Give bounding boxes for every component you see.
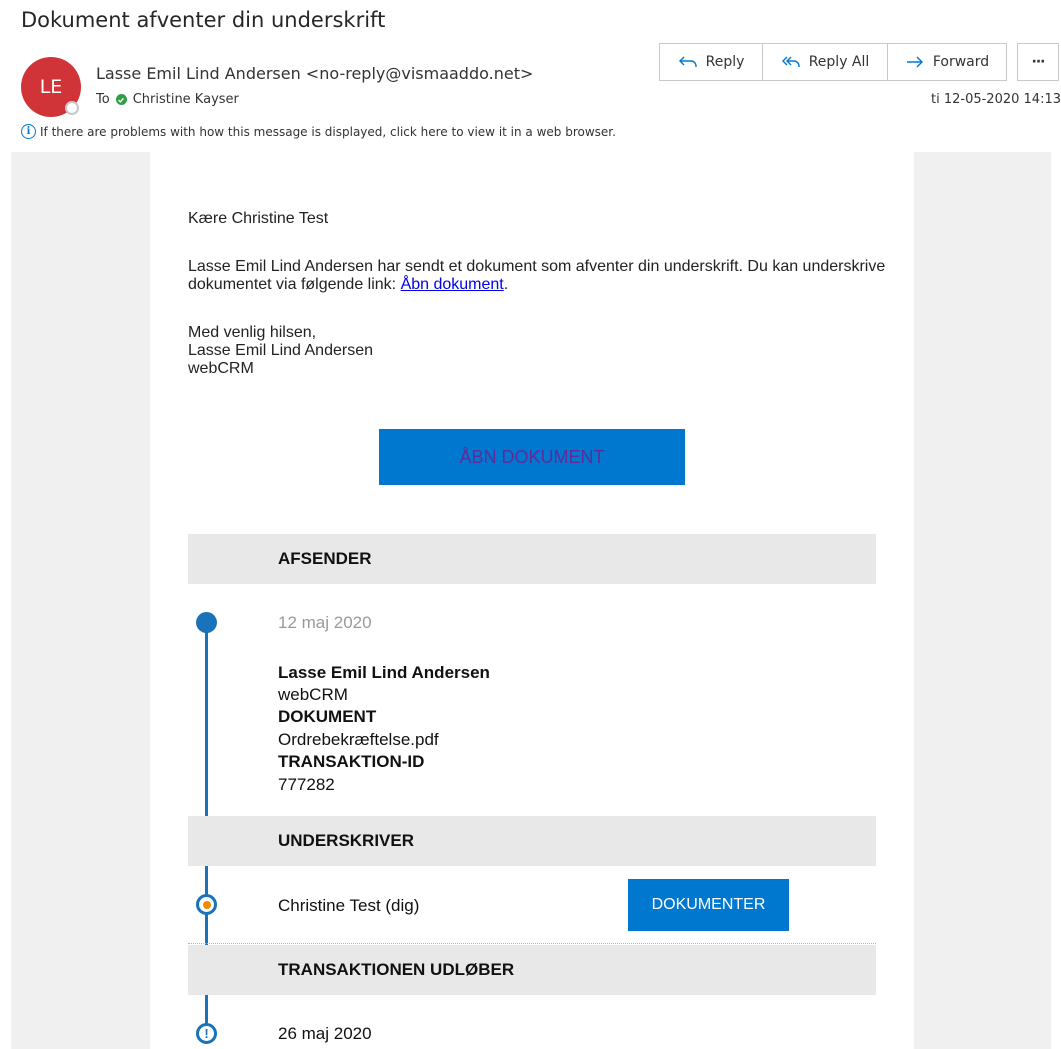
documents-button[interactable]: DOKUMENTER — [628, 879, 789, 931]
info-icon: i — [21, 124, 36, 139]
received-date: ti 12-05-2020 14:13 — [931, 92, 1061, 107]
expiry-date: 26 maj 2020 — [278, 1024, 372, 1043]
avatar-initials: LE — [39, 76, 63, 98]
recipient-name[interactable]: Christine Kayser — [133, 92, 239, 107]
document-label: DOKUMENT — [278, 707, 377, 726]
email-subject: Dokument afventer din underskrift — [21, 8, 386, 32]
more-icon: ··· — [1031, 54, 1046, 70]
transaction-id-label: TRANSAKTION-ID — [278, 752, 425, 771]
view-in-browser-bar[interactable]: i If there are problems with how this me… — [21, 124, 616, 139]
expiry-alert-icon: ! — [196, 1023, 217, 1044]
view-in-browser-text[interactable]: If there are problems with how this mess… — [40, 125, 616, 139]
signature-company: webCRM — [188, 360, 254, 377]
reply-all-button[interactable]: Reply All — [762, 43, 888, 81]
recipient-row: To Christine Kayser — [96, 92, 239, 107]
signer-name: Christine Test (dig) — [278, 896, 420, 915]
intro-text: Lasse Emil Lind Andersen har sendt et do… — [188, 258, 886, 293]
sent-date: 12 maj 2020 — [278, 613, 372, 632]
open-document-link[interactable]: Åbn dokument — [401, 276, 504, 293]
signature-name: Lasse Emil Lind Andersen — [188, 342, 373, 359]
closing: Med venlig hilsen, — [188, 324, 317, 341]
greeting: Kære Christine Test — [188, 210, 329, 227]
sender-section-heading: AFSENDER — [188, 534, 876, 584]
pending-signer-dot — [196, 894, 217, 915]
forward-label: Forward — [932, 54, 990, 70]
forward-icon — [906, 56, 923, 68]
sender-company: webCRM — [278, 685, 348, 704]
intro-paragraph: Lasse Emil Lind Andersen har sendt et do… — [188, 258, 888, 294]
signer-section-heading: UNDERSKRIVER — [188, 816, 876, 866]
to-label: To — [96, 92, 110, 107]
message-actions-toolbar: Reply Reply All Forward ··· — [659, 43, 1059, 81]
reply-all-icon — [781, 56, 800, 67]
available-check-icon — [115, 94, 127, 105]
document-name: Ordrebekræftelse.pdf — [278, 730, 439, 749]
section-divider — [188, 943, 876, 944]
sender-name: Lasse Emil Lind Andersen — [278, 663, 490, 682]
expiry-section-heading: TRANSAKTIONEN UDLØBER — [188, 945, 876, 995]
presence-status-icon — [65, 101, 79, 115]
reply-icon — [678, 56, 697, 67]
reply-button[interactable]: Reply — [659, 43, 763, 81]
more-actions-button[interactable]: ··· — [1017, 43, 1059, 81]
sender-address[interactable]: Lasse Emil Lind Andersen <no-reply@visma… — [96, 64, 533, 83]
forward-button[interactable]: Forward — [887, 43, 1007, 81]
open-document-button[interactable]: ÅBN DOKUMENT — [379, 429, 685, 485]
intro-period: . — [503, 276, 509, 293]
timeline-sent-dot — [196, 612, 217, 633]
reply-all-label: Reply All — [808, 54, 870, 70]
transaction-id: 777282 — [278, 775, 335, 794]
reply-label: Reply — [705, 54, 745, 70]
